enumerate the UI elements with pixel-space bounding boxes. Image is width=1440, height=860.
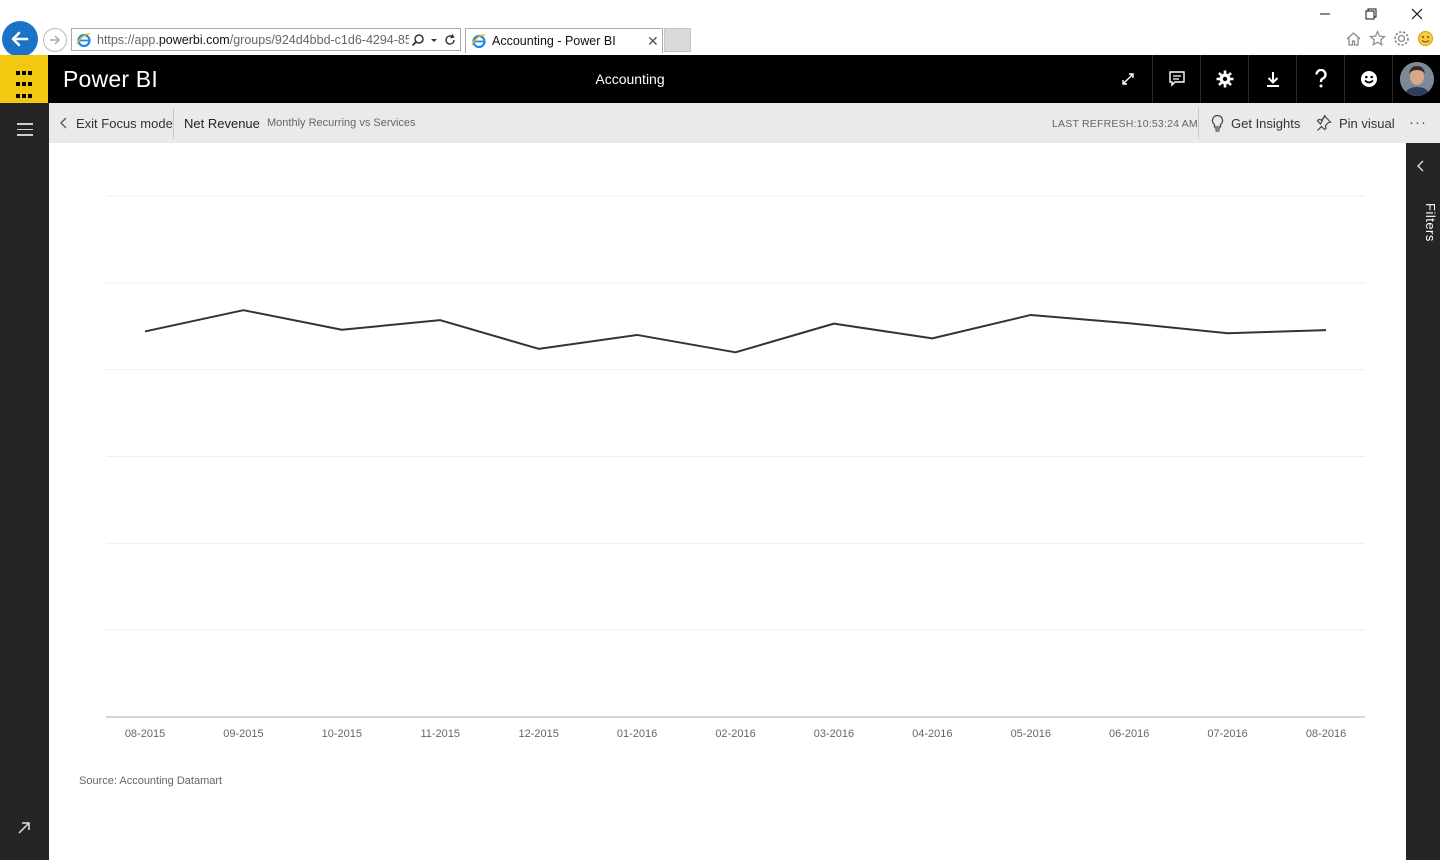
x-tick-label: 02-2016 (715, 728, 755, 740)
forward-button[interactable] (43, 28, 67, 52)
brand-name[interactable]: Power BI (63, 66, 158, 93)
browser-tab[interactable]: Accounting - Power BI ✕ (465, 28, 663, 53)
pin-visual-button[interactable]: Pin visual (1316, 103, 1395, 143)
refresh-icon[interactable] (443, 33, 457, 47)
chart-area: 08-2015 09-2015 10-2015 11-2015 12-2015 01-20… (49, 143, 1406, 860)
series-line[interactable] (144, 309, 1327, 354)
home-icon[interactable] (1345, 30, 1362, 47)
restore-icon (1365, 8, 1377, 20)
data-point[interactable] (732, 348, 740, 356)
fullscreen-button[interactable] (1104, 55, 1152, 103)
user-avatar-icon (1399, 62, 1434, 96)
feedback-button[interactable] (1344, 55, 1392, 103)
download-button[interactable] (1248, 55, 1296, 103)
left-navigation (0, 103, 49, 860)
data-point[interactable] (338, 326, 346, 334)
visual-title: Net Revenue (184, 116, 260, 131)
lightbulb-icon (1211, 114, 1224, 132)
ie-logo-icon (471, 34, 486, 49)
toolbar-divider (173, 108, 174, 139)
gear-icon (1216, 70, 1233, 88)
exit-focus-label: Exit Focus mode (76, 115, 173, 131)
x-tick-label: 03-2016 (814, 728, 854, 740)
back-button[interactable] (2, 21, 38, 57)
data-point[interactable] (239, 306, 247, 314)
data-point[interactable] (830, 320, 838, 328)
filters-pane[interactable]: Filters (1406, 143, 1440, 860)
data-point[interactable] (436, 316, 444, 324)
back-arrow-icon (11, 31, 29, 47)
line-chart[interactable]: 08-2015 09-2015 10-2015 11-2015 12-2015 01-20… (49, 143, 1406, 783)
url-text: https://app.powerbi.com/groups/924d4bbd-… (97, 32, 409, 47)
chart-source-note: Source: Accounting Datamart (79, 775, 223, 787)
pin-visual-label: Pin visual (1339, 115, 1395, 131)
question-mark-icon (1314, 69, 1327, 88)
ie-logo-icon (76, 32, 91, 47)
workspace-title: Accounting (595, 71, 665, 87)
app-header: Power BI Accounting (0, 55, 1440, 103)
expand-nav-arrow-icon[interactable] (17, 821, 31, 840)
gear-icon[interactable] (1393, 30, 1410, 47)
tab-close-icon[interactable]: ✕ (647, 33, 659, 50)
chevron-down-icon[interactable] (429, 35, 439, 45)
get-insights-label: Get Insights (1231, 115, 1301, 131)
last-refresh-timestamp: LAST REFRESH:10:53:24 AM (1052, 118, 1198, 130)
x-tick-label: 11-2015 (420, 728, 460, 740)
data-point[interactable] (1125, 319, 1133, 327)
x-tick-label: 01-2016 (617, 728, 657, 740)
x-tick-label: 12-2015 (518, 728, 558, 740)
smiley-icon (1360, 71, 1377, 87)
comment-icon (1168, 71, 1185, 87)
visual-subtitle: Monthly Recurring vs Services (267, 117, 416, 129)
chevron-left-icon[interactable] (1416, 159, 1426, 173)
x-tick-label: 04-2016 (912, 728, 952, 740)
data-point[interactable] (1224, 329, 1232, 337)
data-point[interactable] (141, 327, 149, 335)
exit-focus-mode-button[interactable]: Exit Focus mode (60, 103, 173, 143)
pin-icon (1316, 115, 1332, 131)
more-options-icon[interactable]: ··· (1409, 114, 1427, 131)
search-icon[interactable] (411, 33, 425, 47)
x-tick-label: 07-2016 (1207, 728, 1247, 740)
hamburger-menu-icon[interactable] (17, 123, 33, 140)
data-point[interactable] (928, 334, 936, 342)
help-button[interactable] (1296, 55, 1344, 103)
data-point[interactable] (535, 345, 543, 353)
data-point[interactable] (1027, 311, 1035, 319)
tab-title: Accounting - Power BI (492, 34, 616, 48)
chevron-left-icon (60, 117, 67, 129)
close-window-button[interactable] (1394, 0, 1440, 28)
filters-label: Filters (1423, 203, 1438, 242)
download-icon (1266, 72, 1279, 87)
get-insights-button[interactable]: Get Insights (1211, 103, 1300, 143)
x-tick-label: 05-2016 (1011, 728, 1051, 740)
expand-arrows-icon (1122, 73, 1134, 85)
close-icon (1411, 8, 1423, 20)
data-point[interactable] (633, 331, 641, 339)
new-tab-button[interactable] (664, 28, 691, 52)
x-tick-label: 08-2016 (1306, 728, 1346, 740)
minimize-icon (1320, 13, 1330, 15)
x-tick-label: 06-2016 (1109, 728, 1149, 740)
account-button[interactable] (1392, 55, 1440, 103)
favorites-star-icon[interactable] (1369, 30, 1386, 47)
x-tick-label: 10-2015 (322, 728, 362, 740)
toolbar-divider (1198, 108, 1199, 139)
settings-button[interactable] (1200, 55, 1248, 103)
data-point[interactable] (1322, 326, 1330, 334)
browser-chrome: https://app.powerbi.com/groups/924d4bbd-… (0, 0, 1440, 57)
forward-arrow-icon (50, 35, 61, 45)
focus-toolbar: Exit Focus mode Net Revenue Monthly Recu… (49, 103, 1440, 143)
avatar (1399, 62, 1434, 96)
comments-button[interactable] (1152, 55, 1200, 103)
minimize-button[interactable] (1302, 0, 1348, 28)
address-bar[interactable]: https://app.powerbi.com/groups/924d4bbd-… (71, 28, 461, 51)
x-tick-label: 09-2015 (223, 728, 263, 740)
app-launcher-button[interactable] (0, 55, 48, 103)
smiley-feedback-icon[interactable] (1417, 30, 1434, 47)
restore-button[interactable] (1348, 0, 1394, 28)
x-tick-label: 08-2015 (125, 728, 165, 740)
